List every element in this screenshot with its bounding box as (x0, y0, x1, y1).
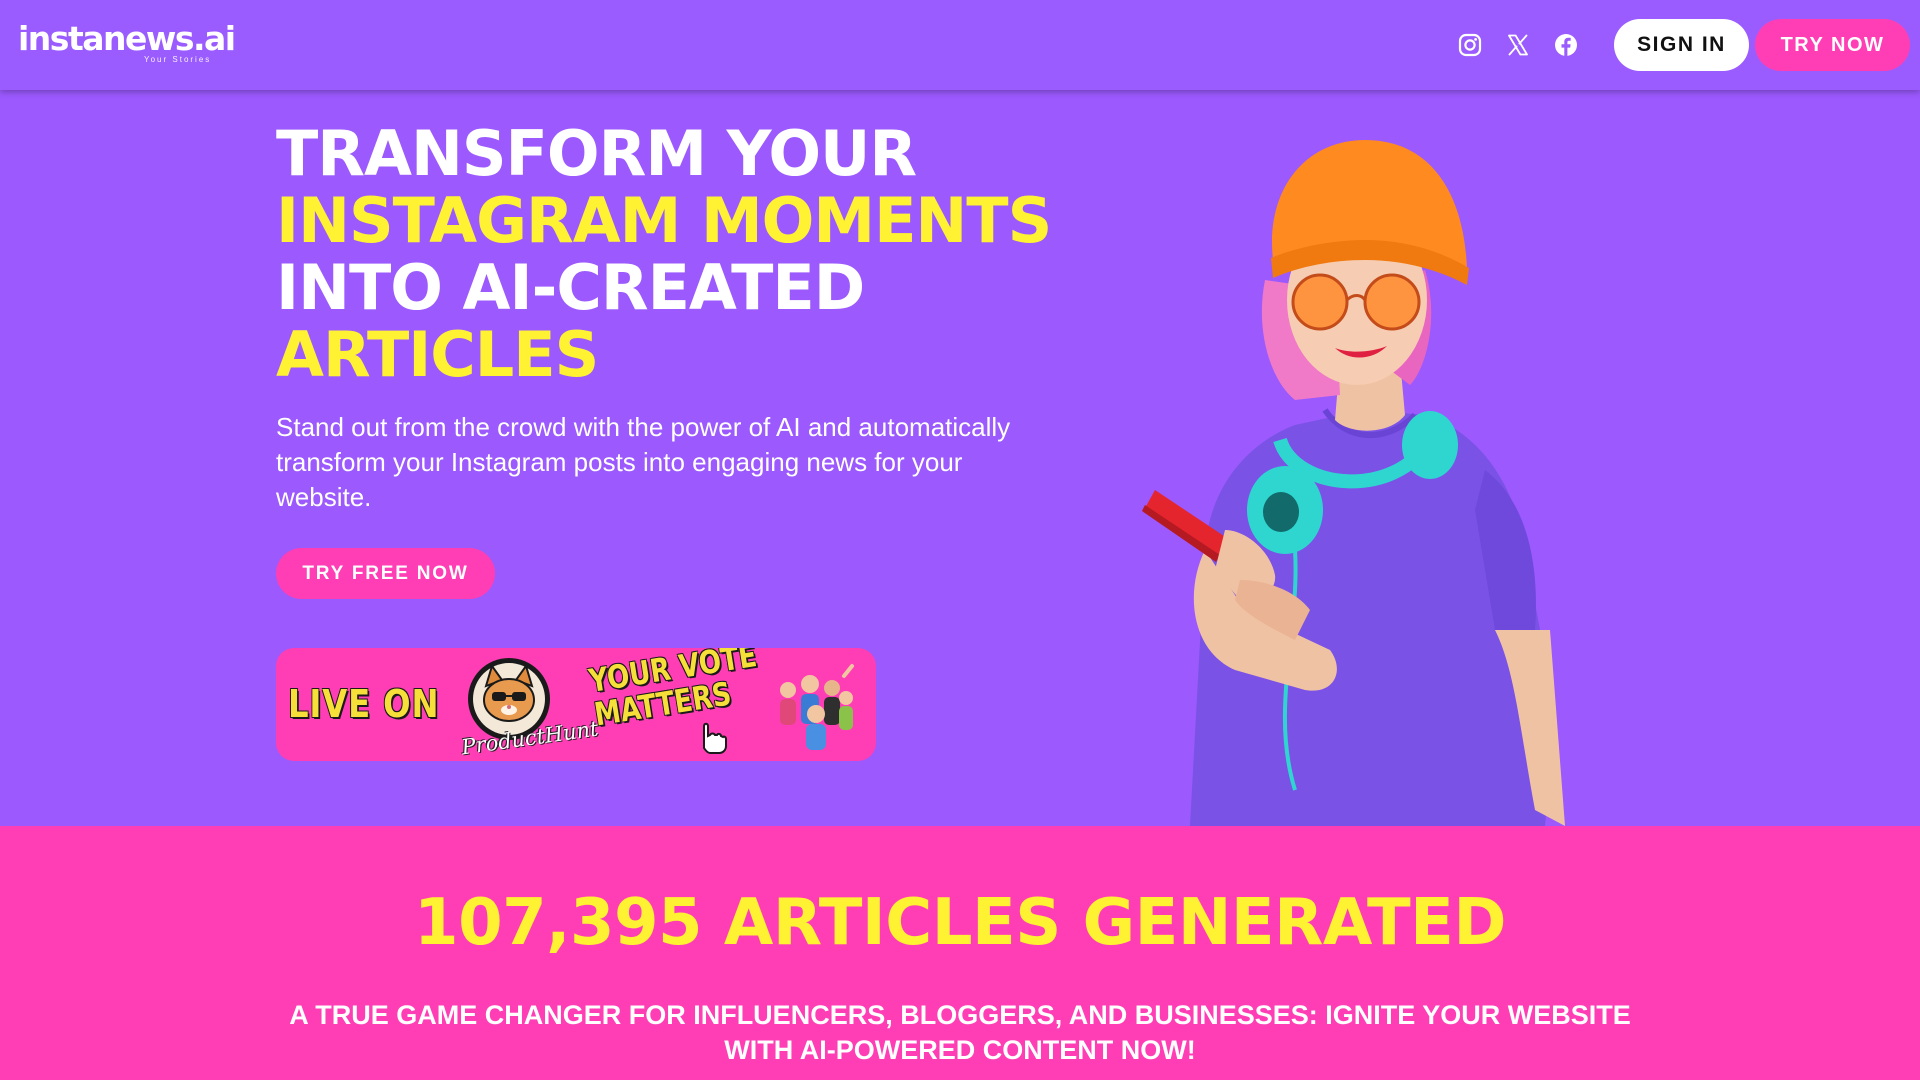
product-hunt-banner[interactable]: LIVE ON ProductHunt YOUR VOTE MATTERS (276, 648, 876, 761)
pointer-hand-icon (703, 722, 727, 754)
logo-text: instanews.ai (18, 19, 236, 58)
try-now-button[interactable]: TRY NOW (1755, 19, 1910, 71)
try-free-now-button[interactable]: TRY FREE NOW (276, 548, 495, 599)
woman-with-phone-image (1142, 140, 1565, 826)
headline-line-3: INTO AI-CREATED (276, 251, 865, 324)
x-twitter-icon (1508, 34, 1528, 56)
headline-line-1: TRANSFORM YOUR (276, 117, 917, 190)
instagram-link[interactable] (1455, 30, 1485, 60)
stats-section: 107,395 ARTICLES GENERATED A TRUE GAME C… (0, 826, 1920, 1080)
group-of-people-icon (780, 664, 854, 750)
hero-subtitle: Stand out from the crowd with the power … (276, 412, 1011, 512)
hero-section: TRANSFORM YOUR INSTAGRAM MOMENTS INTO AI… (0, 90, 1920, 826)
instagram-icon (1458, 33, 1482, 57)
instanews-logo[interactable]: instanews.ai Your Stories (18, 19, 236, 64)
facebook-link[interactable] (1551, 30, 1581, 60)
facebook-icon (1555, 34, 1577, 56)
hero-headline: TRANSFORM YOUR INSTAGRAM MOMENTS INTO AI… (276, 117, 1052, 391)
x-twitter-link[interactable] (1503, 30, 1533, 60)
logo-tagline: Your Stories (144, 55, 212, 64)
live-on-text: LIVE ON (288, 682, 440, 726)
articles-generated-counter: 107,395 ARTICLES GENERATED (414, 886, 1506, 960)
top-navigation-bar: instanews.ai Your Stories SIGN IN TRY NO… (0, 0, 1920, 90)
sign-in-button[interactable]: SIGN IN (1614, 19, 1749, 71)
headline-line-4: ARTICLES (276, 318, 599, 391)
your-vote-matters-text: YOUR VOTE MATTERS (586, 648, 765, 734)
stats-tagline: A TRUE GAME CHANGER FOR INFLUENCERS, BLO… (289, 1000, 1631, 1065)
headline-line-2: INSTAGRAM MOMENTS (276, 184, 1052, 257)
